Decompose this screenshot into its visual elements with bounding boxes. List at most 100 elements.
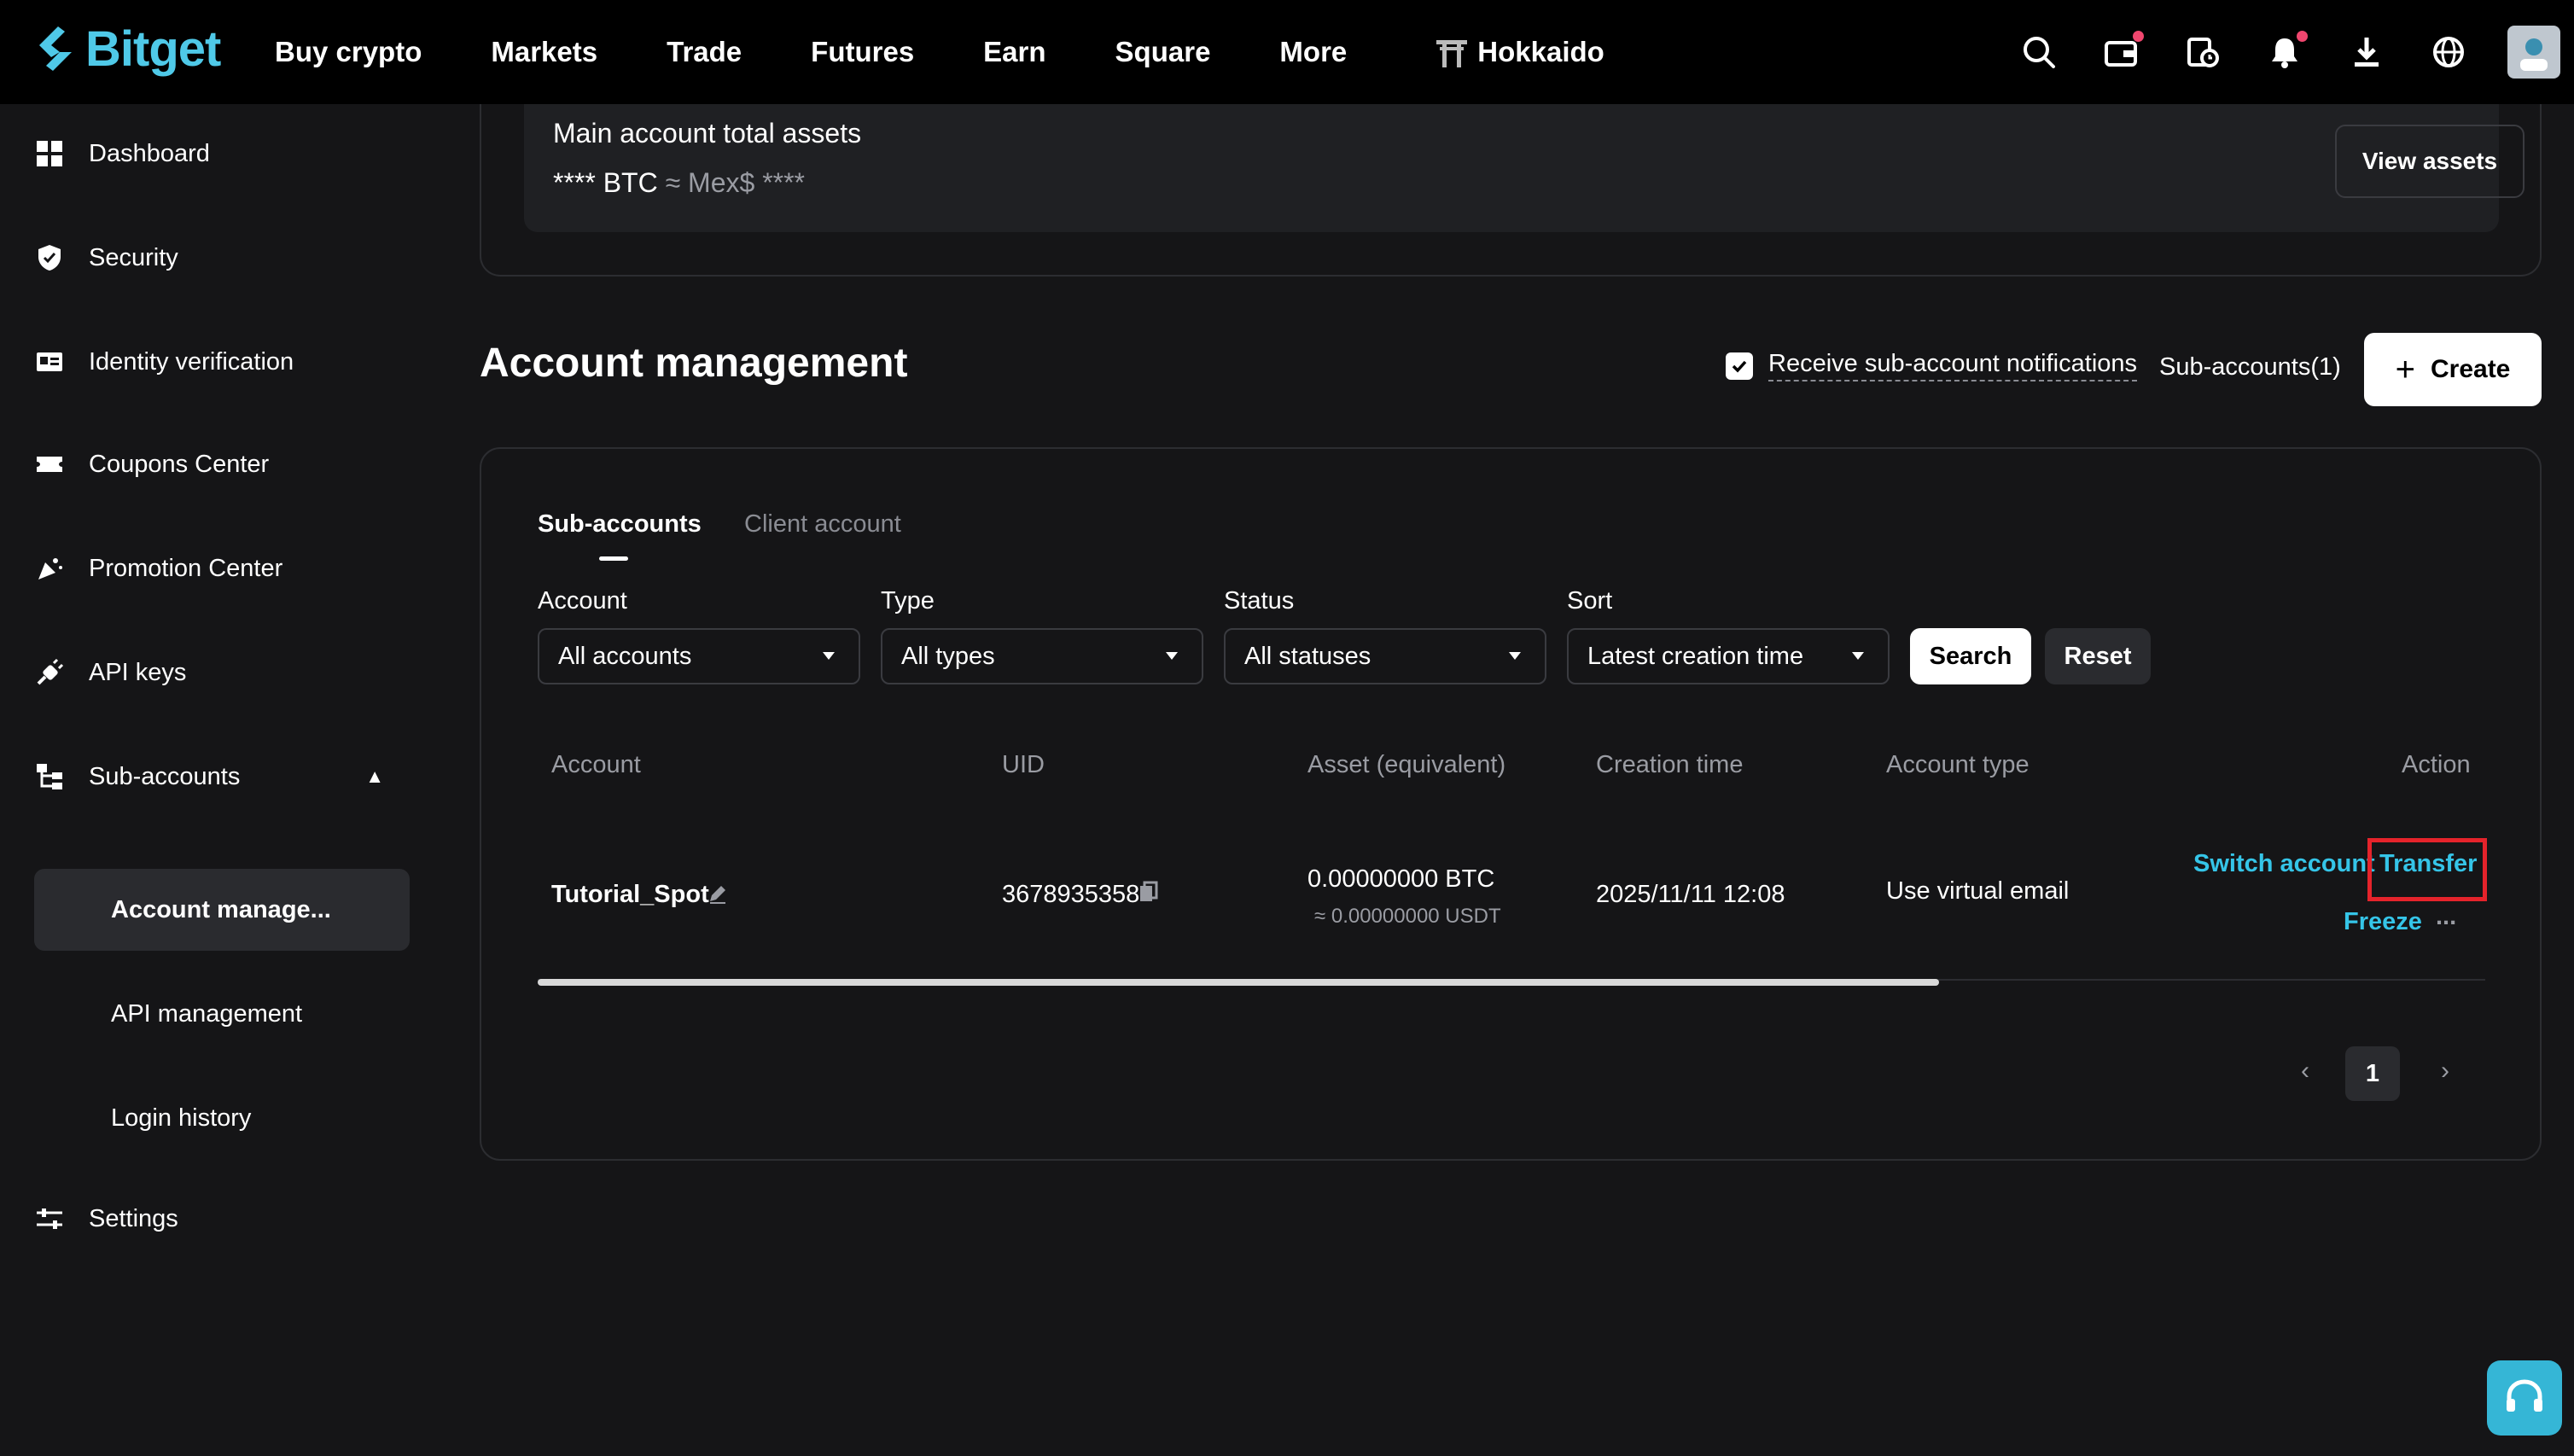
sidebar-item-coupons-center[interactable]: Coupons Center [34, 423, 410, 505]
avatar[interactable] [2507, 26, 2560, 79]
active-tab-indicator [599, 556, 628, 561]
bell-icon[interactable] [2265, 31, 2308, 72]
bitget-logo-icon [39, 26, 72, 71]
nav-markets[interactable]: Markets [491, 36, 597, 68]
freeze-link[interactable]: Freeze [2344, 908, 2422, 936]
page-number-button[interactable]: 1 [2345, 1046, 2400, 1101]
id-card-icon [34, 347, 65, 377]
sidebar-item-label: Coupons Center [89, 450, 270, 478]
row-asset-usdt: ≈ 0.00000000 USDT [1314, 905, 1501, 928]
wallet-icon[interactable] [2101, 31, 2144, 72]
sidebar-item-sub-accounts[interactable]: Sub-accounts ▲ [34, 736, 410, 818]
nav-trade[interactable]: Trade [667, 36, 742, 68]
sub-accounts-count: Sub-accounts(1) [2159, 353, 2341, 381]
filter-type-select[interactable]: All types [881, 628, 1203, 684]
sidebar-subitem-api-management[interactable]: API management [34, 973, 410, 1055]
row-asset-btc: 0.00000000 BTC [1307, 865, 1495, 893]
filter-account-select[interactable]: All accounts [538, 628, 860, 684]
sidebar-item-dashboard[interactable]: Dashboard [34, 113, 410, 195]
sidebar-item-promotion-center[interactable]: Promotion Center [34, 527, 410, 609]
sidebar-subitem-account-management[interactable]: Account manage... [34, 869, 410, 951]
bell-notification-dot [2297, 31, 2308, 42]
more-actions-icon[interactable]: ... [2436, 903, 2456, 931]
sidebar-subitem-label: Account manage... [111, 895, 331, 923]
torii-gate-icon [1436, 40, 1468, 67]
nav-hokkaido[interactable]: Hokkaido [1435, 35, 1604, 69]
bitget-logo[interactable]: Bitget [32, 19, 221, 79]
assets-btc-value: **** BTC [553, 167, 658, 198]
assets-title: Main account total assets [553, 118, 862, 149]
tab-sub-accounts[interactable]: Sub-accounts [538, 510, 702, 539]
sidebar-item-identity-verification[interactable]: Identity verification [34, 321, 410, 403]
sidebar-item-label: Identity verification [89, 347, 294, 376]
view-assets-button[interactable]: View assets [2335, 125, 2524, 198]
sidebar-subitem-label: Login history [111, 1104, 252, 1132]
wallet-notification-dot [2133, 31, 2144, 42]
nav-buy-crypto[interactable]: Buy crypto [275, 36, 422, 68]
sub-accounts-panel: Sub-accounts Client account Account All … [480, 447, 2542, 1161]
ticket-icon [34, 449, 65, 480]
search-button[interactable]: Search [1910, 628, 2031, 684]
avatar-image [2520, 38, 2548, 71]
copy-icon[interactable] [1138, 881, 1159, 909]
notifications-label: Receive sub-account notifications [1768, 350, 2138, 381]
column-header-action: Action [2402, 751, 2471, 778]
sliders-icon [34, 1203, 65, 1234]
shield-icon [34, 242, 65, 273]
next-page-button[interactable]: › [2441, 1057, 2449, 1086]
plus-icon: + [2395, 351, 2415, 388]
download-icon[interactable] [2347, 32, 2386, 72]
globe-icon[interactable] [2429, 32, 2468, 72]
nav-square[interactable]: Square [1115, 36, 1211, 68]
switch-account-link[interactable]: Switch account [2193, 850, 2375, 878]
caret-down-icon [1509, 652, 1521, 660]
sidebar-item-api-keys[interactable]: API keys [34, 632, 410, 713]
create-button[interactable]: + Create [2364, 333, 2542, 406]
assets-summary: Main account total assets **** BTC ≈ Mex… [524, 104, 2524, 232]
sidebar-item-label: Sub-accounts [89, 762, 241, 790]
hierarchy-icon [34, 761, 65, 792]
search-icon[interactable] [2019, 32, 2059, 72]
sidebar-item-settings[interactable]: Settings [34, 1178, 410, 1260]
assets-value: **** BTC ≈ Mex$ **** [553, 167, 805, 199]
reset-button[interactable]: Reset [2045, 628, 2151, 684]
nav-futures[interactable]: Futures [811, 36, 914, 68]
sidebar-item-security[interactable]: Security [34, 217, 410, 299]
nav-more[interactable]: More [1279, 36, 1347, 68]
check-icon [1732, 360, 1747, 373]
history-icon[interactable] [2183, 32, 2222, 72]
tab-client-account[interactable]: Client account [744, 510, 901, 539]
column-header-account-type: Account type [1886, 751, 2030, 778]
row-account-type: Use virtual email [1886, 877, 2070, 905]
filter-status-label: Status [1224, 587, 1295, 614]
chevron-up-icon: ▲ [365, 766, 384, 787]
notifications-checkbox[interactable] [1726, 352, 1753, 380]
filter-status-select[interactable]: All statuses [1224, 628, 1546, 684]
column-header-account: Account [551, 751, 641, 778]
sidebar-item-label: Promotion Center [89, 554, 283, 582]
filter-account-label: Account [538, 587, 627, 614]
sidebar-subitem-label: API management [111, 999, 303, 1028]
edit-icon[interactable] [707, 882, 729, 909]
headset-icon [2507, 1379, 2542, 1412]
filter-sort-select[interactable]: Latest creation time [1567, 628, 1890, 684]
row-uid: 3678935358 [1002, 881, 1140, 908]
caret-down-icon [823, 652, 835, 660]
sidebar-subitem-login-history[interactable]: Login history [34, 1077, 410, 1159]
prev-page-button[interactable]: ‹ [2301, 1057, 2309, 1086]
sidebar-item-label: Settings [89, 1204, 178, 1232]
customer-support-button[interactable] [2487, 1360, 2562, 1436]
column-header-asset: Asset (equivalent) [1307, 751, 1506, 778]
horizontal-scrollbar[interactable] [538, 979, 1939, 986]
logo-text: Bitget [85, 20, 221, 77]
sidebar-item-label: Security [89, 243, 178, 271]
row-account-name: Tutorial_Spot [551, 881, 709, 908]
filter-status-value: All statuses [1244, 642, 1371, 670]
filter-type-label: Type [881, 587, 935, 614]
megaphone-icon [34, 553, 65, 584]
sub-account-notifications-toggle[interactable]: Receive sub-account notifications [1726, 350, 2138, 381]
grid-icon [34, 138, 65, 169]
caret-down-icon [1166, 652, 1178, 660]
create-label: Create [2430, 355, 2511, 383]
nav-earn[interactable]: Earn [983, 36, 1045, 68]
